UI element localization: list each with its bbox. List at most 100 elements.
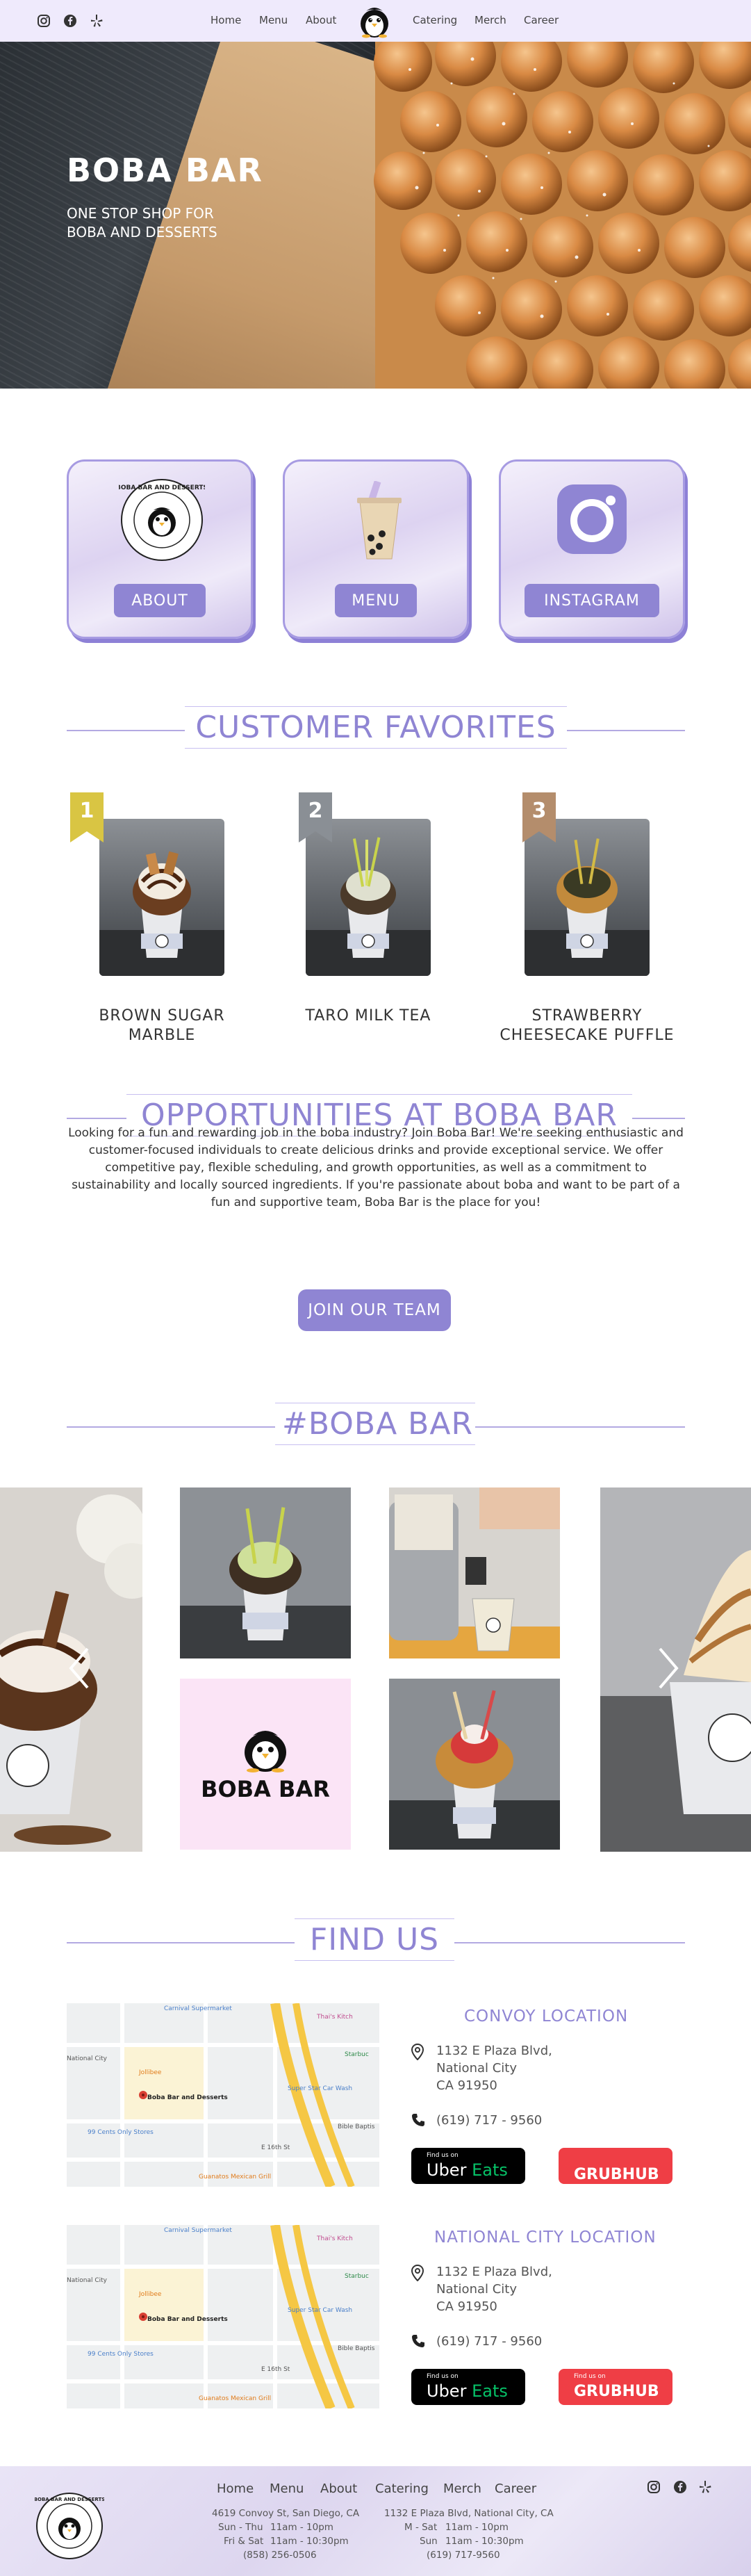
address-line: 1132 E Plaza Blvd,: [436, 2044, 552, 2058]
map-label: Boba Bar and Desserts: [147, 2094, 228, 2101]
eats-word: Eats: [472, 2160, 508, 2180]
nav-catering[interactable]: Catering: [413, 14, 457, 26]
map-convoy[interactable]: Carnival Supermarket Thai's Kitch Nation…: [67, 2003, 379, 2187]
map-label: Starbuc: [345, 2051, 369, 2058]
join-our-team-button[interactable]: JOIN OUR TEAM: [298, 1289, 451, 1331]
map-label: Guanatos Mexican Grill: [199, 2174, 271, 2180]
ubereats-label: Uber Eats: [427, 2160, 508, 2180]
instagram-icon[interactable]: [646, 2479, 661, 2495]
footer-nc-hours-days: Sun: [420, 2536, 438, 2547]
instagram-card[interactable]: INSTAGRAM: [499, 459, 685, 639]
map-label: Thai's Kitch: [316, 2014, 353, 2021]
favorite-photo-1[interactable]: [99, 819, 224, 976]
map-label: Bible Baptis: [338, 2123, 375, 2130]
footer-nav-home[interactable]: Home: [217, 2481, 254, 2496]
footer-logo-seal[interactable]: BOBA BAR AND DESSERTS: [35, 2491, 104, 2561]
divider-line: [475, 1426, 685, 1428]
phone-icon: [412, 2335, 424, 2347]
footer-nav-merch[interactable]: Merch: [443, 2481, 481, 2496]
map-label: Jollibee: [138, 2291, 162, 2298]
nav-home[interactable]: Home: [211, 14, 241, 26]
gallery-photo-taro[interactable]: [180, 1487, 351, 1658]
yelp-icon[interactable]: [89, 13, 104, 28]
egg-waffle-image: [374, 42, 751, 389]
national-city-phone[interactable]: (619) 717 - 9560: [436, 2334, 542, 2349]
instagram-icon: [557, 484, 627, 554]
yelp-icon[interactable]: [698, 2479, 713, 2495]
footer-nav-about[interactable]: About: [320, 2481, 357, 2496]
facebook-icon[interactable]: [672, 2479, 688, 2495]
map-label: Super Star Car Wash: [288, 2085, 352, 2092]
map-national-city[interactable]: Carnival Supermarket Thai's Kitch Nation…: [67, 2225, 379, 2408]
gallery-next-arrow[interactable]: [654, 1644, 682, 1693]
map-pin-icon: [411, 2044, 424, 2060]
penguin-logo[interactable]: [356, 3, 393, 39]
gallery-photo-strawberry[interactable]: [389, 1679, 560, 1850]
gallery-photo-pouring[interactable]: [389, 1487, 560, 1658]
menu-card[interactable]: MENU: [283, 459, 469, 639]
footer-convoy-phone[interactable]: (858) 256-0506: [243, 2550, 317, 2561]
footer-nav-menu[interactable]: Menu: [270, 2481, 304, 2496]
map-label: Carnival Supermarket: [164, 2227, 232, 2234]
national-city-location-title: NATIONAL CITY LOCATION: [434, 2228, 657, 2247]
opportunities-text: Looking for a fun and rewarding job in t…: [68, 1126, 684, 1209]
footer-convoy-hours-time: 11am - 10pm: [270, 2522, 333, 2533]
address-line: National City: [436, 2061, 518, 2076]
gallery-prev-arrow[interactable]: [65, 1644, 93, 1693]
nav-about[interactable]: About: [306, 14, 336, 26]
map-label: Starbuc: [345, 2273, 369, 2280]
convoy-grubhub-button[interactable]: GRUBHUB: [559, 2148, 672, 2184]
boba-cup-icon: [357, 481, 402, 560]
map-label: Bible Baptis: [338, 2345, 375, 2352]
divider-line: [567, 730, 685, 731]
site-header: Home Menu About Catering Merch Career: [0, 0, 751, 42]
map-pin-icon: [411, 2265, 424, 2281]
national-city-ubereats-button[interactable]: Find us on Uber Eats: [411, 2369, 525, 2405]
map-label: Jollibee: [138, 2069, 162, 2076]
favorite-name-3: STRAWBERRY CHEESECAKE PUFFLE: [500, 1007, 675, 1044]
footer-nc-hours-time: 11am - 10pm: [445, 2522, 509, 2533]
footer-nc-phone[interactable]: (619) 717-9560: [427, 2550, 500, 2561]
grubhub-label: GRUBHUB: [574, 2166, 659, 2183]
rank-number: 3: [532, 799, 547, 823]
nav-merch[interactable]: Merch: [474, 14, 506, 26]
convoy-phone[interactable]: (619) 717 - 9560: [436, 2113, 542, 2128]
hero-title: BOBA BAR: [67, 152, 263, 189]
footer-nav-career[interactable]: Career: [495, 2481, 536, 2496]
map-label: National City: [67, 2055, 108, 2062]
divider-line: [67, 1942, 295, 1943]
uber-word: Uber: [427, 2381, 467, 2401]
nav-menu[interactable]: Menu: [259, 14, 288, 26]
gallery-logo-tile[interactable]: BOBA BAR: [180, 1679, 351, 1850]
divider-line: [67, 730, 185, 731]
map-label: Guanatos Mexican Grill: [199, 2395, 271, 2402]
footer-nc-hours-time: 11am - 10:30pm: [445, 2536, 524, 2547]
footer-convoy-address: 4619 Convoy St, San Diego, CA: [212, 2508, 360, 2519]
instagram-icon[interactable]: [36, 13, 51, 28]
map-label: Super Star Car Wash: [288, 2307, 352, 2314]
map-label: National City: [67, 2277, 108, 2284]
seal-text: BOBA BAR AND DESSERTS: [35, 2497, 104, 2502]
hero-banner: BOBA BAR ONE STOP SHOP FOR BOBA AND DESS…: [0, 42, 751, 389]
address-line: 1132 E Plaza Blvd,: [436, 2265, 552, 2279]
ubereats-small-label: Find us on: [427, 2373, 459, 2380]
menu-button[interactable]: MENU: [335, 584, 417, 617]
convoy-address: 1132 E Plaza Blvd, National City CA 9195…: [436, 2042, 575, 2094]
favorite-name-2: TARO MILK TEA: [305, 1007, 431, 1025]
nav-career[interactable]: Career: [524, 14, 559, 26]
about-card[interactable]: BOBA BAR AND DESSERTS ABOUT: [67, 459, 253, 639]
map-label: 99 Cents Only Stores: [88, 2351, 154, 2358]
national-city-grubhub-button[interactable]: Find us on GRUBHUB: [559, 2369, 672, 2405]
facebook-icon[interactable]: [63, 13, 78, 28]
rank-number: 2: [308, 799, 323, 823]
convoy-ubereats-button[interactable]: Find us on Uber Eats: [411, 2148, 525, 2184]
footer-nav-catering[interactable]: Catering: [375, 2481, 429, 2496]
map-label: Thai's Kitch: [316, 2235, 353, 2242]
grubhub-label: GRUBHUB: [574, 2383, 659, 2400]
ubereats-label: Uber Eats: [427, 2381, 508, 2401]
about-button[interactable]: ABOUT: [114, 584, 206, 617]
address-line: CA 91950: [436, 2299, 497, 2314]
footer-nc-hours-days: M - Sat: [404, 2522, 438, 2533]
instagram-button[interactable]: INSTAGRAM: [525, 584, 659, 617]
footer-convoy-hours-time: 11am - 10:30pm: [270, 2536, 349, 2547]
